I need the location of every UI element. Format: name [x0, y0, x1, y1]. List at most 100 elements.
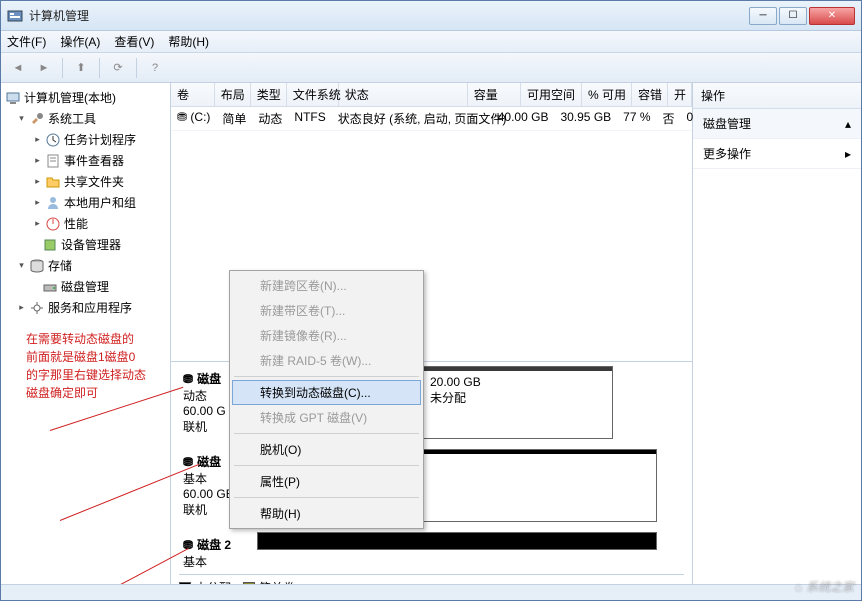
computer-icon [5, 90, 21, 106]
menu-action[interactable]: 操作(A) [60, 33, 100, 50]
seg-status: 未分配 [430, 389, 606, 406]
cell-capacity: 40.00 GB [492, 107, 555, 130]
actions-pane: 操作 磁盘管理 ▴ 更多操作 ▸ [693, 83, 861, 600]
cell-status: 状态良好 (系统, 启动, 页面文件) [332, 107, 492, 130]
disk-2-title: ⛃磁盘 2 [183, 536, 253, 553]
col-status[interactable]: 状态 [339, 83, 468, 106]
tree-local-users[interactable]: ▸ 本地用户和组 [3, 192, 168, 213]
tree-services[interactable]: ▸ 服务和应用程序 [3, 297, 168, 318]
col-tolerance[interactable]: 容错 [632, 83, 668, 106]
tree-shared-folders[interactable]: ▸ 共享文件夹 [3, 171, 168, 192]
tool-bar: ◄ ► ⬆ ⟳ ? [1, 53, 861, 83]
disk-icon [42, 279, 58, 295]
tree-event-viewer[interactable]: ▸ 事件查看器 [3, 150, 168, 171]
volume-list-header[interactable]: 卷 布局 类型 文件系统 状态 容量 可用空间 % 可用 容错 开 [171, 83, 692, 107]
actions-more[interactable]: 更多操作 ▸ [693, 139, 861, 169]
col-volume[interactable]: 卷 [171, 83, 215, 106]
app-icon [7, 8, 23, 24]
menu-separator [234, 376, 419, 377]
window-title: 计算机管理 [29, 7, 749, 24]
menu-file[interactable]: 文件(F) [7, 33, 46, 50]
close-button[interactable]: ✕ [809, 7, 855, 25]
disk-2-seg1[interactable] [257, 532, 657, 550]
tree-root[interactable]: 计算机管理(本地) [3, 87, 168, 108]
menu-bar: 文件(F) 操作(A) 查看(V) 帮助(H) [1, 31, 861, 53]
up-button[interactable]: ⬆ [70, 57, 92, 79]
menu-separator [234, 497, 419, 498]
expand-icon[interactable]: ▸ [845, 147, 851, 161]
help-button[interactable]: ? [144, 57, 166, 79]
seg-size: 20.00 GB [430, 375, 606, 389]
menu-convert-dynamic[interactable]: 转换到动态磁盘(C)... [232, 380, 421, 405]
cell-fs: NTFS [288, 107, 331, 130]
col-layout[interactable]: 布局 [215, 83, 251, 106]
disk-0-seg2[interactable]: 20.00 GB 未分配 [423, 366, 613, 439]
tree-task-scheduler[interactable]: ▸ 任务计划程序 [3, 129, 168, 150]
col-filesystem[interactable]: 文件系统 [287, 83, 339, 106]
tree-root-label: 计算机管理(本地) [24, 89, 116, 106]
menu-new-mirror[interactable]: 新建镜像卷(R)... [232, 323, 421, 348]
col-percent[interactable]: % 可用 [582, 83, 632, 106]
drive-icon: ⛃ [177, 110, 187, 124]
refresh-button[interactable]: ⟳ [107, 57, 129, 79]
collapse-icon[interactable]: ▴ [845, 117, 851, 131]
caret-right-icon[interactable]: ▸ [33, 219, 42, 228]
tree-device-manager[interactable]: 设备管理器 [3, 234, 168, 255]
cell-tol: 否 [657, 107, 681, 130]
actions-header: 操作 [693, 83, 861, 109]
menu-new-striped[interactable]: 新建带区卷(T)... [232, 298, 421, 323]
disk-2-info[interactable]: ⛃磁盘 2 基本 [179, 532, 257, 574]
tree-performance[interactable]: ▸ 性能 [3, 213, 168, 234]
tree-label: 磁盘管理 [61, 278, 109, 295]
storage-icon [29, 258, 45, 274]
actions-disk-mgmt[interactable]: 磁盘管理 ▴ [693, 109, 861, 139]
menu-offline[interactable]: 脱机(O) [232, 437, 421, 462]
performance-icon [45, 216, 61, 232]
disk-2-type: 基本 [183, 553, 253, 570]
forward-button[interactable]: ► [33, 57, 55, 79]
menu-convert-gpt[interactable]: 转换成 GPT 磁盘(V) [232, 405, 421, 430]
caret-down-icon[interactable]: ▾ [17, 261, 26, 270]
cell-free: 30.95 GB [554, 107, 617, 130]
toolbar-divider [136, 58, 137, 78]
menu-properties[interactable]: 属性(P) [232, 469, 421, 494]
clock-icon [45, 132, 61, 148]
col-capacity[interactable]: 容量 [468, 83, 521, 106]
col-open[interactable]: 开 [668, 83, 692, 106]
disk-2-row[interactable]: ⛃磁盘 2 基本 [179, 532, 684, 574]
volume-row[interactable]: ⛃ (C:) 简单 动态 NTFS 状态良好 (系统, 启动, 页面文件) 40… [171, 107, 692, 131]
folder-share-icon [45, 174, 61, 190]
tree-label: 服务和应用程序 [48, 299, 132, 316]
toolbar-divider [62, 58, 63, 78]
tools-icon [29, 111, 45, 127]
tree-system-tools[interactable]: ▾ 系统工具 [3, 108, 168, 129]
caret-right-icon[interactable]: ▸ [33, 198, 42, 207]
disk-2-bar [257, 532, 684, 574]
tree-label: 系统工具 [48, 110, 96, 127]
caret-right-icon[interactable]: ▸ [17, 303, 26, 312]
context-menu[interactable]: 新建跨区卷(N)... 新建带区卷(T)... 新建镜像卷(R)... 新建 R… [229, 270, 424, 529]
caret-right-icon[interactable]: ▸ [33, 156, 42, 165]
menu-view[interactable]: 查看(V) [114, 33, 154, 50]
maximize-button[interactable]: ☐ [779, 7, 807, 25]
seg-color [258, 533, 656, 549]
tree-storage[interactable]: ▾ 存储 [3, 255, 168, 276]
caret-down-icon[interactable]: ▾ [17, 114, 26, 123]
menu-help[interactable]: 帮助(H) [232, 501, 421, 526]
status-bar [1, 584, 861, 600]
app-window: 计算机管理 ─ ☐ ✕ 文件(F) 操作(A) 查看(V) 帮助(H) ◄ ► … [0, 0, 862, 601]
title-bar[interactable]: 计算机管理 ─ ☐ ✕ [1, 1, 861, 31]
cell-pct: 77 % [617, 107, 656, 130]
back-button[interactable]: ◄ [7, 57, 29, 79]
menu-new-spanned[interactable]: 新建跨区卷(N)... [232, 273, 421, 298]
toolbar-divider [99, 58, 100, 78]
col-free[interactable]: 可用空间 [521, 83, 582, 106]
tree-disk-management[interactable]: 磁盘管理 [3, 276, 168, 297]
caret-right-icon[interactable]: ▸ [33, 135, 42, 144]
tree-label: 共享文件夹 [64, 173, 124, 190]
caret-right-icon[interactable]: ▸ [33, 177, 42, 186]
menu-help[interactable]: 帮助(H) [168, 33, 209, 50]
col-type[interactable]: 类型 [251, 83, 287, 106]
menu-new-raid5[interactable]: 新建 RAID-5 卷(W)... [232, 348, 421, 373]
minimize-button[interactable]: ─ [749, 7, 777, 25]
